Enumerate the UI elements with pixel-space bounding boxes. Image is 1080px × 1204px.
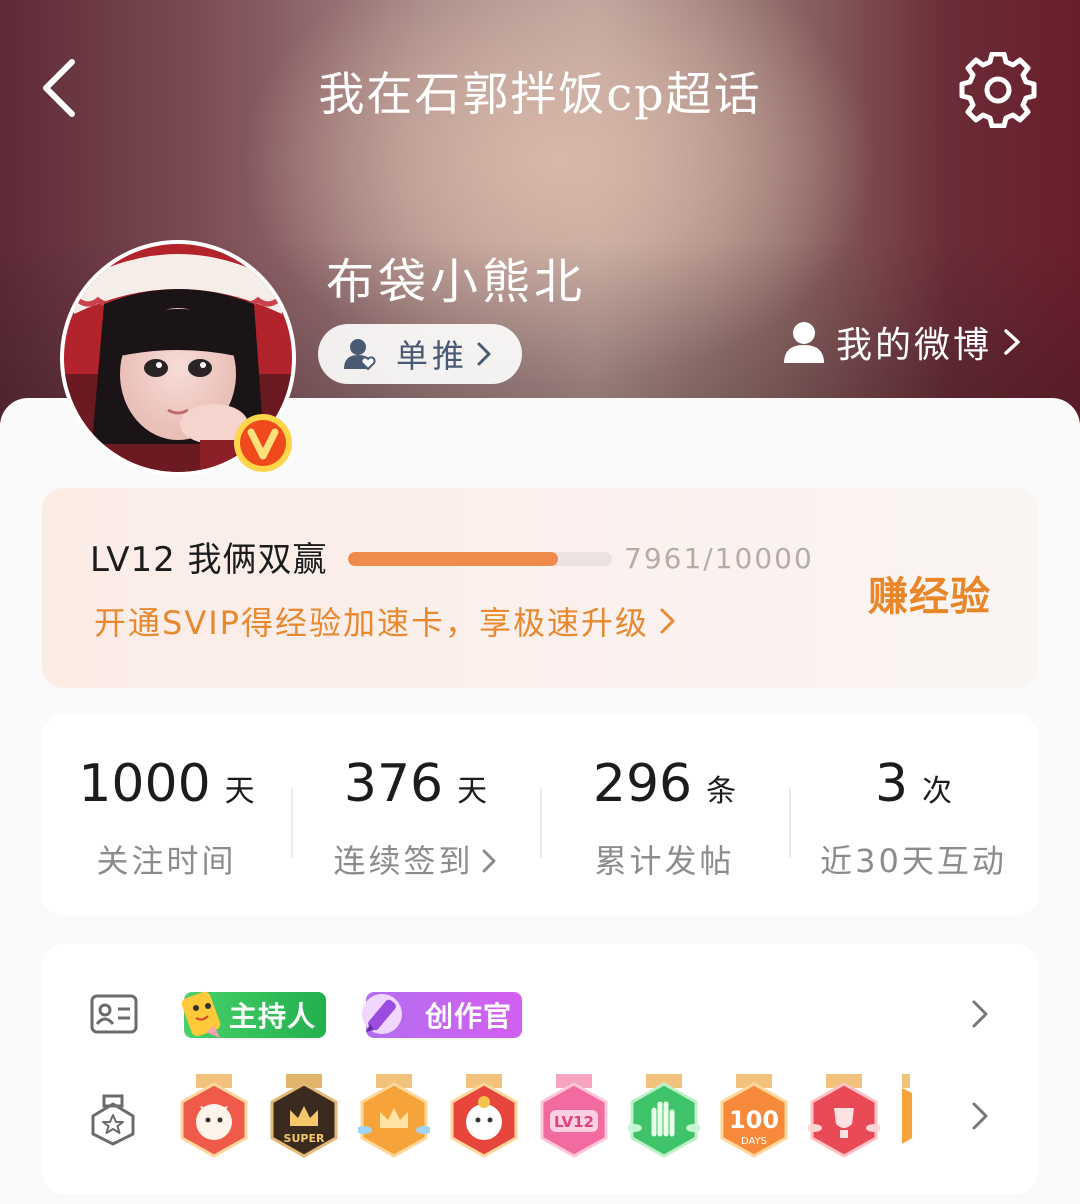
partial-medal-icon <box>902 1068 912 1158</box>
level-progress-fill <box>348 552 559 566</box>
level-progress-count: 7961/10000 <box>624 542 814 575</box>
100-days-medal-icon[interactable]: 100 DAYS <box>718 1074 790 1160</box>
settings-button[interactable] <box>958 51 1038 129</box>
lv12-text: LV12 <box>554 1113 594 1131</box>
lv12-medal-icon[interactable]: LV12 <box>538 1074 610 1160</box>
stat-unit: 天 <box>224 774 255 809</box>
stat-unit: 天 <box>457 774 488 809</box>
host-role-label: 主持人 <box>228 1000 316 1033</box>
my-weibo-link[interactable]: 我的微博 <box>784 316 1024 368</box>
earn-experience-button[interactable]: 赚经验 <box>868 564 991 622</box>
badge-card: 主持人 创作官 SUPER LV12 100 DAYS <box>42 944 1038 1194</box>
page-title: 我在石郭拌饭cp超话 <box>318 67 762 121</box>
avatar-container[interactable] <box>60 240 296 476</box>
chevron-right-icon <box>477 342 491 366</box>
trophy-medal-icon[interactable] <box>806 1074 882 1160</box>
stat-label: 近30天互动 <box>820 842 1007 880</box>
stat-value: 1000 <box>78 754 211 814</box>
stat-unit: 次 <box>922 774 953 809</box>
fan-tag-label: 单推 <box>396 337 469 375</box>
chevron-right-icon <box>660 608 675 634</box>
wing-crown-medal-icon[interactable] <box>356 1074 432 1160</box>
user-icon <box>784 322 824 363</box>
super-text: SUPER <box>284 1132 325 1145</box>
roles-more-button[interactable] <box>970 998 990 1034</box>
chevron-right-icon <box>972 1102 988 1130</box>
level-progress-bar <box>348 552 612 566</box>
stat-label-wrap: 连续签到 <box>291 836 540 882</box>
id-card-icon <box>90 994 138 1038</box>
hand-medal-icon[interactable] <box>626 1074 702 1160</box>
creator-role-label: 创作官 <box>424 1000 512 1033</box>
user-name: 布袋小熊北 <box>326 254 587 310</box>
stat-interactions: 3次 近30天互动 <box>789 754 1038 882</box>
days-text: DAYS <box>741 1136 767 1147</box>
stat-label: 关注时间 <box>96 842 237 880</box>
stat-value: 376 <box>343 754 444 814</box>
fan-tag-button[interactable]: 单推 <box>318 324 522 384</box>
gear-icon <box>959 51 1037 129</box>
stat-follow-days: 1000 天 关注时间 <box>42 754 291 882</box>
cat-medal-icon[interactable] <box>178 1074 250 1160</box>
user-heart-icon <box>344 339 376 371</box>
stats-card: 1000 天 关注时间 376 天 连续签到 296 条 累计发帖 3次 近30天互动 <box>42 714 1038 916</box>
chevron-right-icon <box>1004 329 1020 355</box>
pencil-character-icon <box>176 986 232 1046</box>
stat-checkin-streak[interactable]: 376 天 连续签到 <box>291 754 540 882</box>
stat-label: 连续签到 <box>333 842 474 880</box>
chevron-right-icon <box>972 1000 988 1028</box>
stat-label: 累计发帖 <box>594 842 735 880</box>
svip-promo-link[interactable]: 开通SVIP得经验加速卡，享极速升级 <box>94 598 679 644</box>
hundred-text: 100 <box>729 1106 779 1134</box>
stat-unit: 条 <box>706 774 737 809</box>
stat-total-posts: 296 条 累计发帖 <box>540 754 789 882</box>
my-weibo-label: 我的微博 <box>836 325 993 366</box>
level-card[interactable]: LV12 我俩双赢 7961/10000 开通SVIP得经验加速卡，享极速升级 … <box>42 488 1038 688</box>
level-label: LV12 我俩双赢 <box>90 540 328 580</box>
stat-value: 296 <box>592 754 693 814</box>
chevron-right-icon <box>482 849 495 873</box>
stat-value: 3 <box>874 754 909 814</box>
super-crown-medal-icon[interactable]: SUPER <box>268 1074 340 1160</box>
medals-more-button[interactable] <box>970 1100 990 1136</box>
svip-promo-text: 开通SVIP得经验加速卡，享极速升级 <box>94 604 649 642</box>
medal-icon <box>90 1094 136 1150</box>
pen-icon <box>358 988 414 1044</box>
red-cat-medal-icon[interactable] <box>448 1074 520 1160</box>
verified-badge-icon <box>232 412 294 474</box>
